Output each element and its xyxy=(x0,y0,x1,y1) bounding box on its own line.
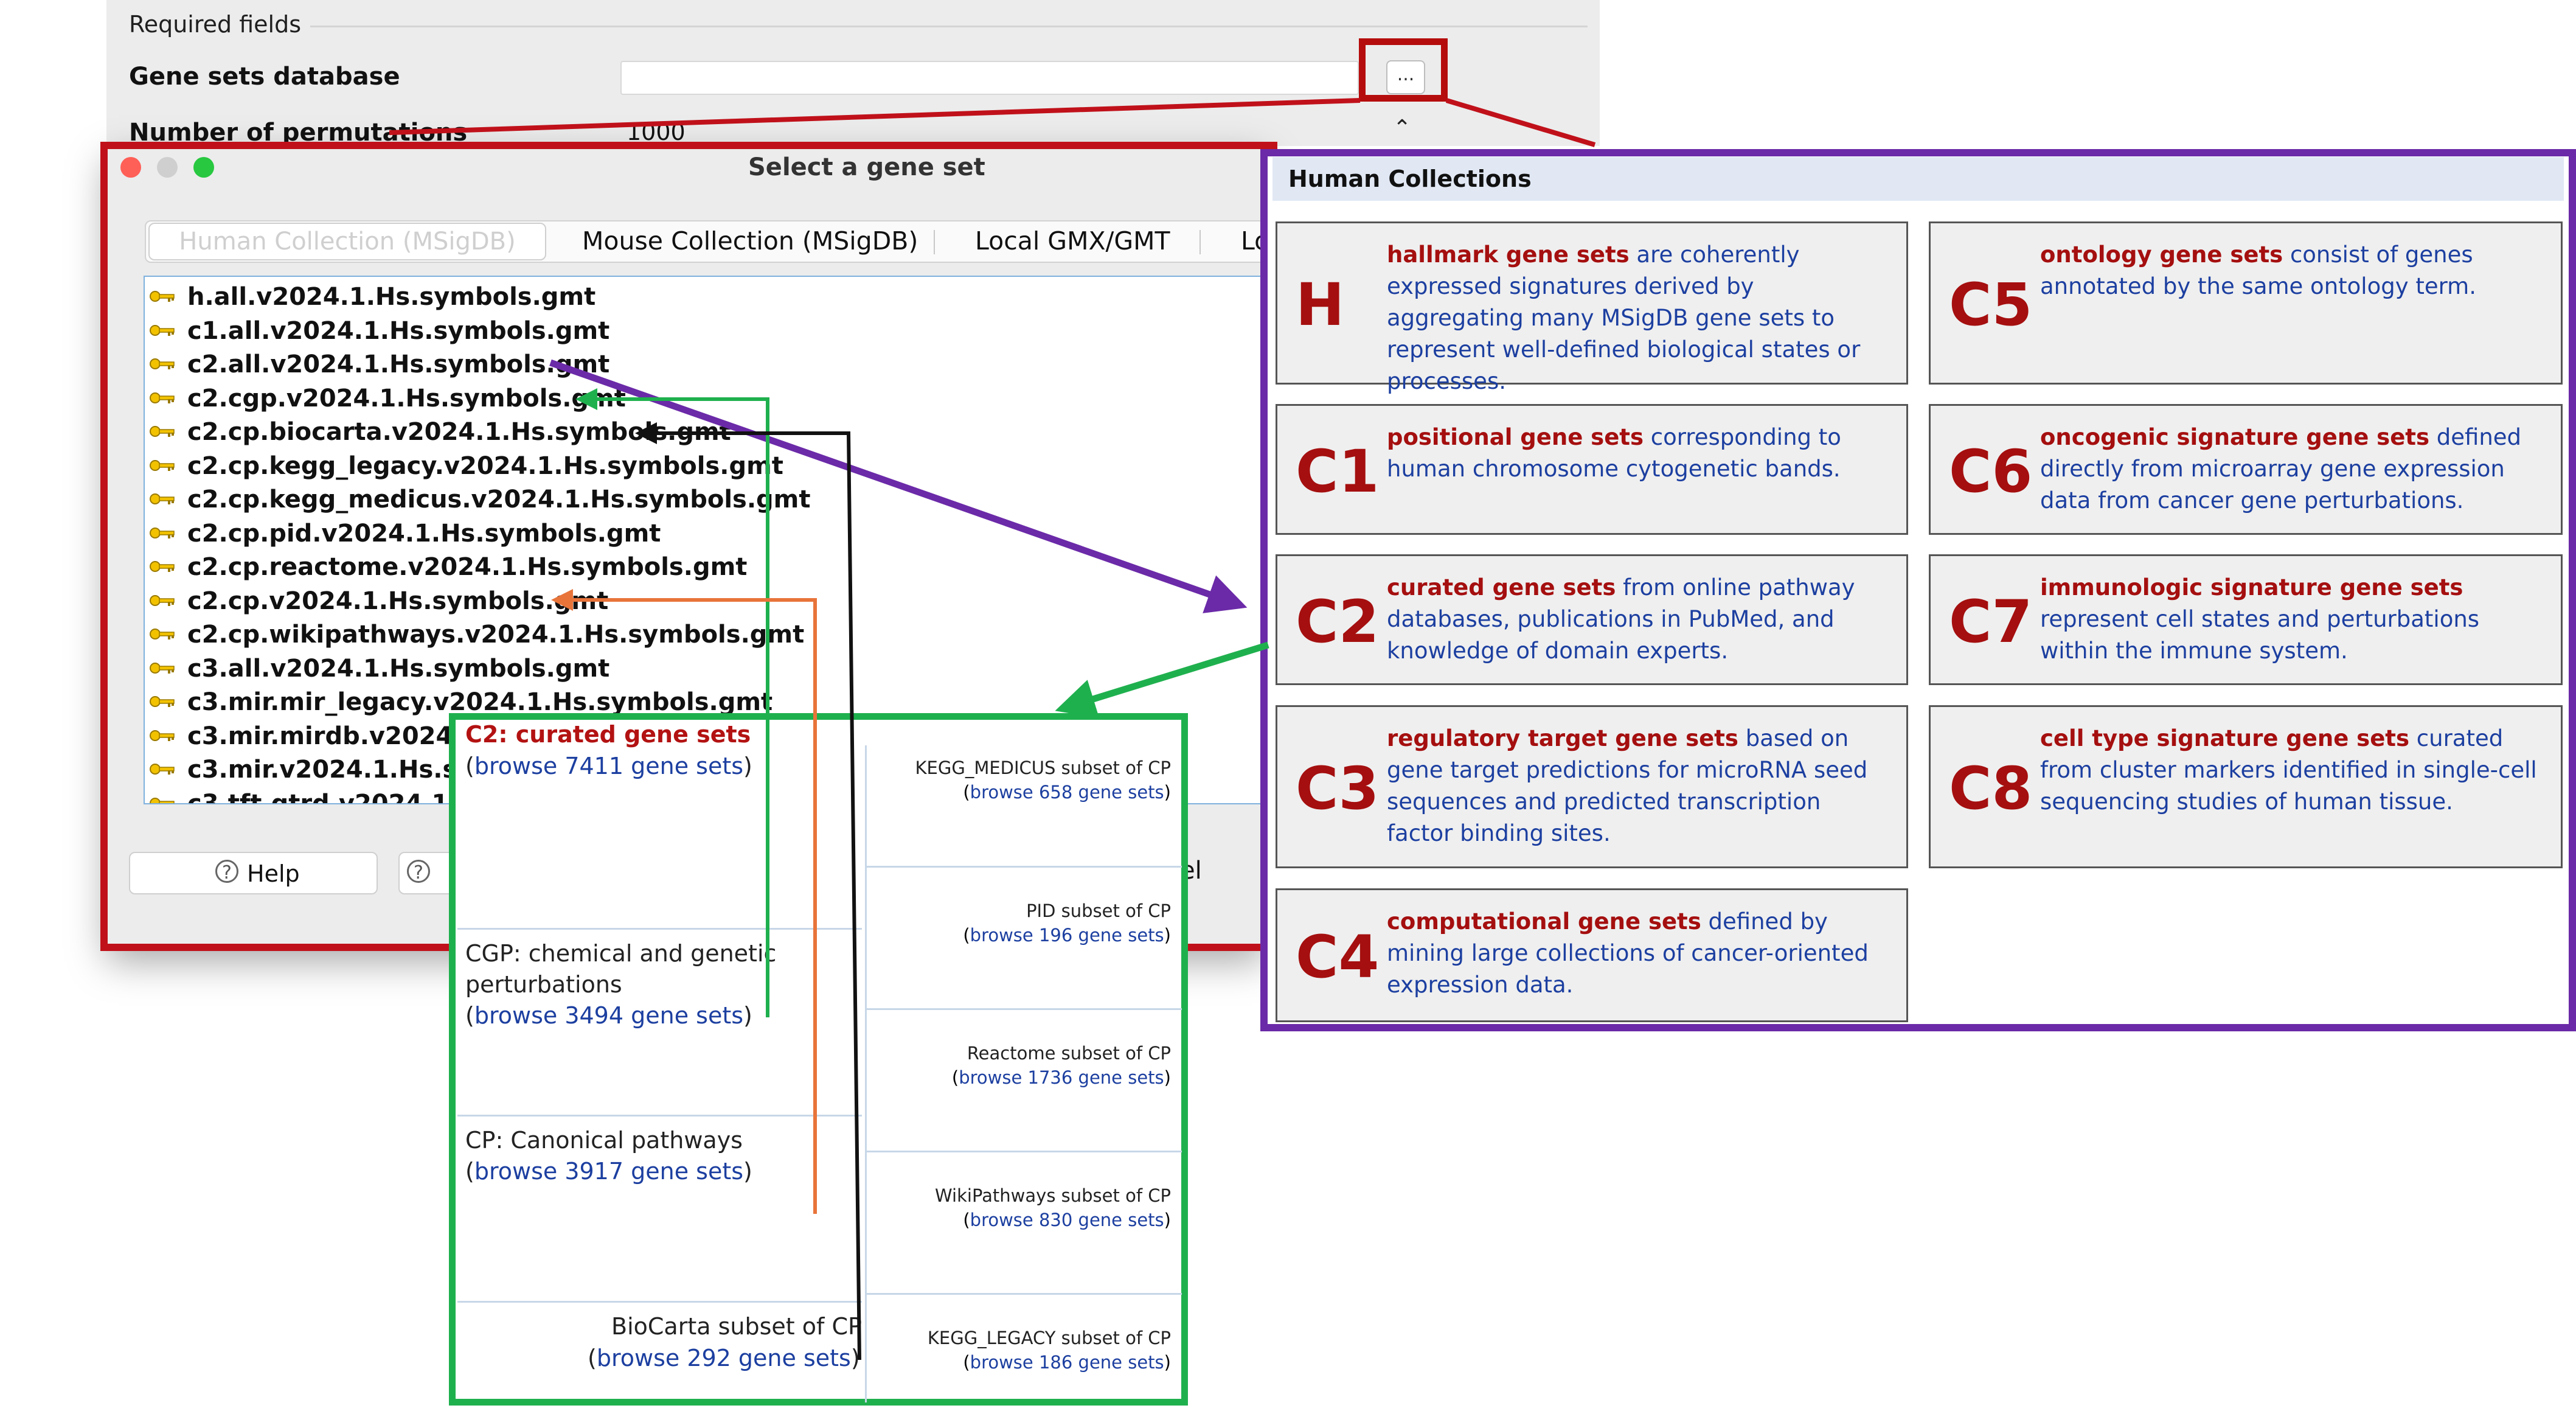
zoom-line-right xyxy=(1445,98,1596,147)
annotation-arrows xyxy=(389,98,1596,1360)
cgp-arrow xyxy=(575,388,769,1017)
zoom-line-left xyxy=(389,98,1361,135)
cp-arrow xyxy=(551,589,817,1214)
c2-curated-arrow xyxy=(1055,641,1269,719)
biocarta-arrow xyxy=(635,422,861,1360)
